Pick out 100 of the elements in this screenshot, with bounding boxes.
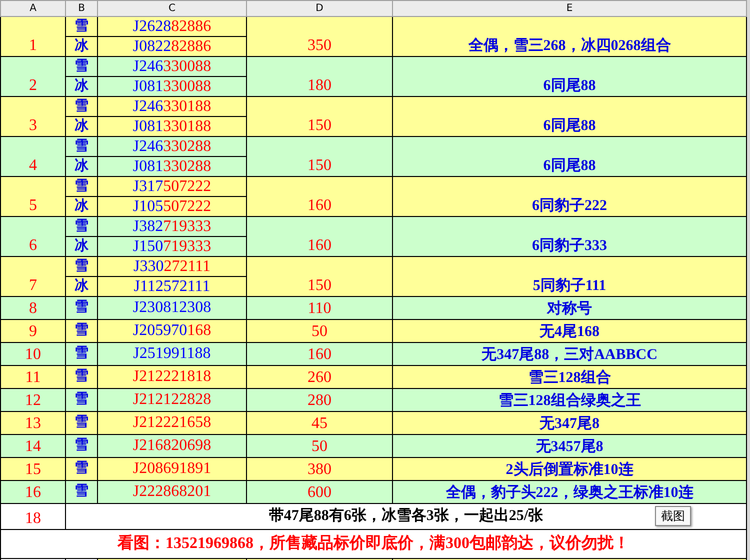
note-cell: 6同豹子333 <box>392 216 746 256</box>
table-cell: 雪 <box>66 216 98 236</box>
table-cell: 雪 <box>66 16 98 36</box>
table-cell: 雪 <box>66 434 98 458</box>
note-cell: 无347尾88，三对AABBCC <box>392 342 746 366</box>
note-cell: 6同豹子222 <box>392 176 746 216</box>
serial-cell: J081330288 <box>98 156 246 176</box>
table-cell: 冰 <box>66 276 98 296</box>
serial-cell: J222868201 <box>98 480 246 504</box>
serial-cell: J212221658 <box>98 412 246 434</box>
row-number: 10 <box>0 342 66 366</box>
price-cell: 160 <box>246 216 392 256</box>
row-number: 18 <box>0 504 66 530</box>
note-cell: 6同尾88 <box>392 96 746 136</box>
column-header: B <box>66 0 98 16</box>
table-cell: 雪 <box>66 388 98 412</box>
note-cell: 雪三128组合 <box>392 366 746 388</box>
column-header: A <box>0 0 66 16</box>
note-cell: 对称号 <box>392 296 746 320</box>
serial-cell: J230812308 <box>98 296 246 320</box>
row-number: 2 <box>0 56 66 96</box>
table-cell: 雪 <box>66 320 98 342</box>
serial-cell: J082282886 <box>98 36 246 56</box>
row-number: 11 <box>0 366 66 388</box>
note-cell: 5同豹子111 <box>392 256 746 296</box>
table-cell: 雪 <box>66 176 98 196</box>
row-number: 14 <box>0 434 66 458</box>
serial-cell: J081330188 <box>98 116 246 136</box>
table-cell: 冰 <box>66 156 98 176</box>
row-number: 12 <box>0 388 66 412</box>
serial-cell: J208691891 <box>98 458 246 480</box>
row-number: 5 <box>0 176 66 216</box>
serial-cell: J246330188 <box>98 96 246 116</box>
note-cell: 6同尾88 <box>392 56 746 96</box>
serial-cell: J246330288 <box>98 136 246 156</box>
serial-cell: J246330088 <box>98 56 246 76</box>
serial-cell: J212122828 <box>98 388 246 412</box>
serial-cell: J317507222 <box>98 176 246 196</box>
table-cell: 雪 <box>66 296 98 320</box>
serial-cell: J251991188 <box>98 342 246 366</box>
serial-cell: J150719333 <box>98 236 246 256</box>
note-cell: 全偶，豹子头222，绿奥之王标准10连 <box>392 480 746 504</box>
price-cell: 150 <box>246 96 392 136</box>
price-cell: 45 <box>246 412 392 434</box>
table-cell: 雪 <box>66 412 98 434</box>
row-number: 9 <box>0 320 66 342</box>
note-cell: 无347尾8 <box>392 412 746 434</box>
table-cell: 雪 <box>66 458 98 480</box>
serial-cell: J330272111 <box>98 256 246 276</box>
column-header: D <box>246 0 392 16</box>
row-number: 3 <box>0 96 66 136</box>
row-number: 13 <box>0 412 66 434</box>
note-cell: 6同尾88 <box>392 136 746 176</box>
table-cell: 冰 <box>66 236 98 256</box>
row-number: 15 <box>0 458 66 480</box>
table-cell: 雪 <box>66 96 98 116</box>
table-cell: 雪 <box>66 256 98 276</box>
price-cell: 180 <box>246 56 392 96</box>
table-cell: 雪 <box>66 56 98 76</box>
table-cell: 冰 <box>66 36 98 56</box>
row-number: 6 <box>0 216 66 256</box>
table-cell: 冰 <box>66 116 98 136</box>
row-number: 8 <box>0 296 66 320</box>
serial-cell: J105507222 <box>98 196 246 216</box>
table-cell: 雪 <box>66 366 98 388</box>
price-cell: 150 <box>246 136 392 176</box>
tooltip: 截图 <box>655 506 691 526</box>
column-header: E <box>392 0 746 16</box>
price-cell: 260 <box>246 366 392 388</box>
price-cell: 150 <box>246 256 392 296</box>
serial-cell: J112572111 <box>98 276 246 296</box>
row-number: 1 <box>0 16 66 56</box>
column-header: C <box>98 0 246 16</box>
serial-cell: J205970168 <box>98 320 246 342</box>
note-cell: 无4尾168 <box>392 320 746 342</box>
price-cell: 50 <box>246 434 392 458</box>
row-number: 4 <box>0 136 66 176</box>
price-cell: 50 <box>246 320 392 342</box>
price-cell: 110 <box>246 296 392 320</box>
table-cell: 冰 <box>66 76 98 96</box>
price-cell: 600 <box>246 480 392 504</box>
row-number: 7 <box>0 256 66 296</box>
serial-cell: J382719333 <box>98 216 246 236</box>
serial-cell: J081330088 <box>98 76 246 96</box>
note-cell: 无3457尾8 <box>392 434 746 458</box>
note-cell: 全偶，雪三268，冰四0268组合 <box>392 16 746 56</box>
serial-cell: J216820698 <box>98 434 246 458</box>
price-cell: 160 <box>246 342 392 366</box>
table-cell: 看图：13521969868，所售藏品标价即底价，满300包邮韵达，议价勿扰！ <box>0 530 746 558</box>
price-cell: 280 <box>246 388 392 412</box>
note-cell: 2头后倒置标准10连 <box>392 458 746 480</box>
serial-cell: J262882886 <box>98 16 246 36</box>
price-cell: 350 <box>246 16 392 56</box>
row-number: 16 <box>0 480 66 504</box>
table-cell: 雪 <box>66 342 98 366</box>
table-cell: 雪 <box>66 480 98 504</box>
serial-cell: J212221818 <box>98 366 246 388</box>
price-cell: 160 <box>246 176 392 216</box>
price-cell: 380 <box>246 458 392 480</box>
note-cell: 雪三128组合绿奥之王 <box>392 388 746 412</box>
